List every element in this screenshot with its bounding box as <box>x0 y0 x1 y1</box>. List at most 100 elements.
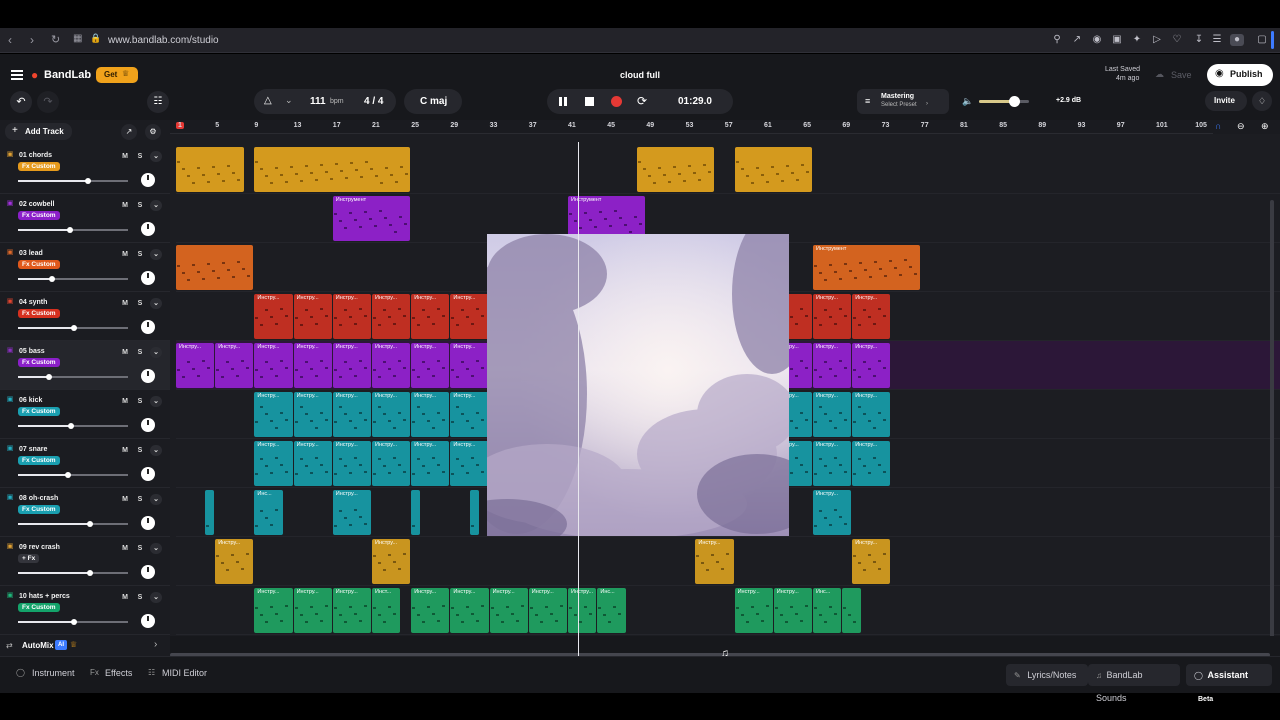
track-header[interactable]: ▣ 03 lead Fx Custom M S ⌄ <box>0 243 170 292</box>
track-volume-knob[interactable] <box>64 472 71 478</box>
midi-clip[interactable]: Инстру... <box>411 441 450 486</box>
midi-clip[interactable]: Инстру... <box>215 539 254 584</box>
reload-icon[interactable]: ↻ <box>51 33 60 46</box>
midi-clip[interactable] <box>842 588 861 633</box>
lyrics-notes-button[interactable]: ✎ Lyrics/Notes <box>1006 664 1088 686</box>
track-volume-slider[interactable] <box>18 570 128 576</box>
fx-button[interactable]: Fx Custom <box>18 260 60 269</box>
pan-knob[interactable] <box>141 614 155 628</box>
track-header[interactable]: ▣ 02 cowbell Fx Custom M S ⌄ <box>0 194 170 243</box>
track-volume-knob[interactable] <box>85 178 92 184</box>
get-membership-button[interactable]: Get ♕ <box>96 67 138 83</box>
midi-clip[interactable]: Инстру... <box>332 343 372 388</box>
midi-clip[interactable]: Инстру... <box>813 392 852 437</box>
heart-icon[interactable]: ♡ <box>1171 34 1183 46</box>
track-name[interactable]: 06 kick <box>19 397 42 404</box>
mute-button[interactable]: M <box>119 249 131 260</box>
midi-clip[interactable]: Инстру... <box>332 392 372 437</box>
wallet-icon[interactable]: ▣ <box>1111 34 1123 46</box>
send-icon[interactable]: ▷ <box>1151 34 1163 46</box>
midi-clip[interactable]: Инстру... <box>813 294 852 339</box>
extension-icon[interactable]: ✦ <box>1131 34 1143 46</box>
track-volume-knob[interactable] <box>67 423 74 429</box>
solo-button[interactable]: S <box>134 249 146 260</box>
chevron-right-icon[interactable]: › <box>154 639 157 650</box>
automix-row[interactable]: ⇄ AutoMix AI ♕ › <box>0 636 170 656</box>
track-volume-slider[interactable] <box>18 325 128 331</box>
track-name[interactable]: 10 hats + percs <box>19 593 70 600</box>
track-name[interactable]: 09 rev crash <box>19 544 60 551</box>
track-header[interactable]: ▣ 06 kick Fx Custom M S ⌄ <box>0 390 170 439</box>
fx-button[interactable]: Fx Custom <box>18 211 60 220</box>
midi-clip[interactable] <box>470 490 479 535</box>
midi-clip[interactable]: Инстру... <box>372 392 411 437</box>
midi-clip[interactable]: Инстру... <box>813 490 852 535</box>
mute-button[interactable]: M <box>119 396 131 407</box>
chevron-down-icon[interactable]: ⌄ <box>150 249 162 260</box>
midi-clip[interactable]: Инстру... <box>332 490 372 535</box>
track-volume-slider[interactable] <box>18 227 128 233</box>
midi-clip[interactable] <box>411 490 420 535</box>
midi-clip[interactable]: Инструмент <box>332 196 411 241</box>
midi-clip[interactable]: Инстру... <box>176 343 215 388</box>
midi-clip[interactable] <box>176 147 244 192</box>
midi-clip[interactable]: Инстру... <box>773 588 813 633</box>
track-header[interactable]: ▣ 08 oh-crash Fx Custom M S ⌄ <box>0 488 170 537</box>
mastering-button[interactable]: ≡ Mastering Select Preset › <box>857 89 949 114</box>
mute-button[interactable]: M <box>119 347 131 358</box>
playhead[interactable] <box>578 142 579 662</box>
pause-icon[interactable] <box>559 97 562 106</box>
menu-icon[interactable] <box>11 70 23 80</box>
midi-clip[interactable]: Инстру... <box>293 588 332 633</box>
camera-icon[interactable]: ◉ <box>1091 34 1103 46</box>
track-volume-slider[interactable] <box>18 276 128 282</box>
track-name[interactable]: 04 synth <box>19 299 47 306</box>
fx-button[interactable]: + Fx <box>18 554 40 563</box>
midi-clip[interactable] <box>205 490 215 535</box>
midi-clip[interactable]: Инстру... <box>215 343 254 388</box>
midi-clip[interactable]: Инстру... <box>372 539 411 584</box>
time-signature[interactable]: 4 / 4 <box>364 96 383 107</box>
key-selector[interactable]: C maj <box>404 89 462 114</box>
midi-clip[interactable]: Инстру... <box>568 588 597 633</box>
loop-icon[interactable]: ⟳ <box>637 94 647 108</box>
track-name[interactable]: 03 lead <box>19 250 43 257</box>
track-volume-slider[interactable] <box>18 374 128 380</box>
solo-button[interactable]: S <box>134 543 146 554</box>
fx-button[interactable]: Fx Custom <box>18 456 60 465</box>
chevron-down-icon[interactable]: ⌄ <box>150 494 162 505</box>
track-name[interactable]: 01 chords <box>19 152 52 159</box>
solo-button[interactable]: S <box>134 347 146 358</box>
midi-clip[interactable]: Инстру... <box>372 441 411 486</box>
mixer-button[interactable]: ☷ <box>147 91 169 113</box>
midi-clip[interactable]: Инстру... <box>411 294 450 339</box>
track-volume-knob[interactable] <box>86 521 93 527</box>
midi-clip[interactable]: Инструмент <box>813 245 920 290</box>
chevron-down-icon[interactable]: ⌄ <box>285 95 293 106</box>
pan-knob[interactable] <box>141 320 155 334</box>
midi-clip[interactable]: Инстру... <box>852 343 891 388</box>
track-lane[interactable]: Инстру... Инстру... Инстру... Инстру... <box>176 537 1280 586</box>
solo-button[interactable]: S <box>134 592 146 603</box>
vertical-scrollbar[interactable] <box>1270 200 1274 636</box>
track-name[interactable]: 08 oh-crash <box>19 495 58 502</box>
midi-clip[interactable]: Инстру... <box>293 392 332 437</box>
track-volume-knob[interactable] <box>71 619 78 625</box>
tempo-value[interactable]: 111 <box>310 96 326 107</box>
speaker-icon[interactable]: 🔈 <box>962 96 973 107</box>
midi-clip[interactable]: Инстру... <box>372 343 411 388</box>
fx-button[interactable]: Fx Custom <box>18 162 60 171</box>
notifications-button[interactable]: ♢ <box>1252 91 1272 111</box>
assistant-button[interactable]: ◯ Assistant Beta <box>1186 664 1272 703</box>
midi-clip[interactable]: Инстру... <box>293 343 332 388</box>
pan-knob[interactable] <box>141 516 155 530</box>
track-header[interactable]: ▣ 09 rev crash + Fx M S ⌄ <box>0 537 170 586</box>
midi-clip[interactable]: Инстру... <box>852 294 891 339</box>
bandlab-sounds-button[interactable]: ♫ BandLab Sounds <box>1088 664 1180 703</box>
track-settings-button[interactable]: ⚙ <box>145 124 161 140</box>
add-track-button[interactable]: + Add Track <box>5 123 72 140</box>
chevron-down-icon[interactable]: ⌄ <box>150 396 162 407</box>
mute-button[interactable]: M <box>119 543 131 554</box>
undo-button[interactable]: ↶ <box>10 91 32 113</box>
fx-button[interactable]: Fx Custom <box>18 407 60 416</box>
